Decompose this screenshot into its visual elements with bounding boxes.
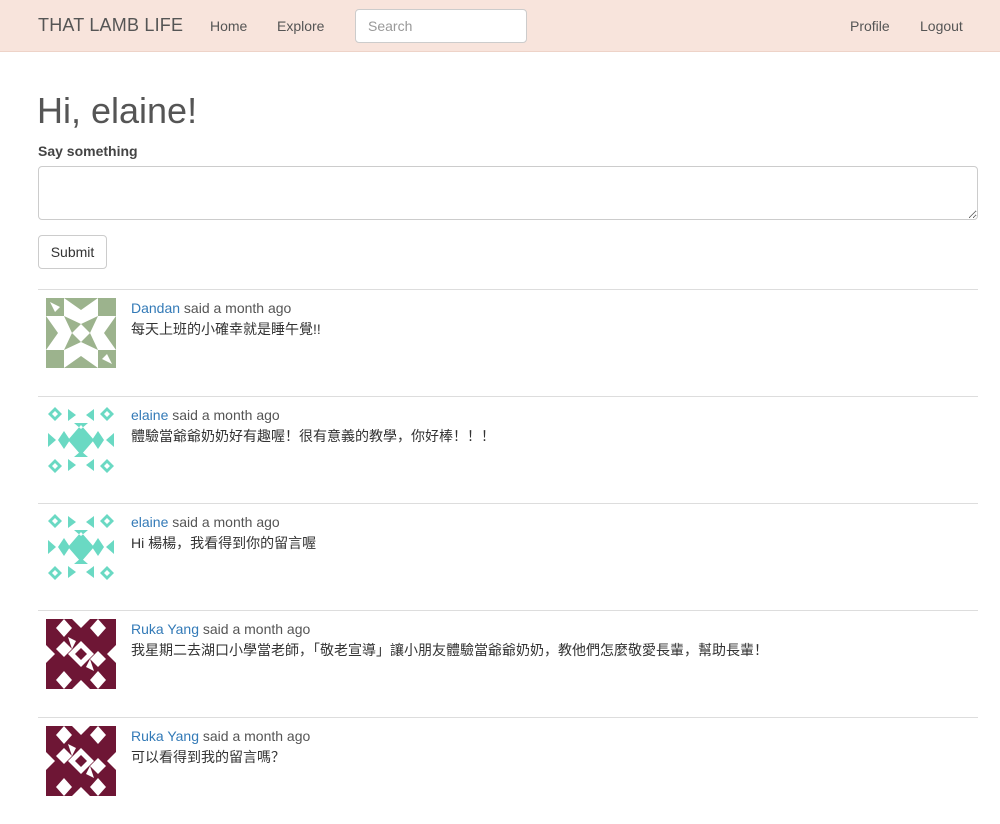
post-body: 每天上班的小確幸就是睡午覺!! [131,321,321,337]
post-meta: Ruka Yang said a month ago [131,728,310,744]
post-item: Dandan said a month ago 每天上班的小確幸就是睡午覺!! [38,289,978,396]
post-author-link[interactable]: Ruka Yang [131,621,199,637]
navbar: THAT LAMB LIFE Home Explore Profile Logo… [0,0,1000,52]
post-author-link[interactable]: elaine [131,514,168,530]
post-body: Hi 楊楊，我看得到你的留言喔 [131,535,317,551]
nav-explore-link[interactable]: Explore [277,18,324,34]
avatar-icon[interactable] [46,405,116,475]
post-timestamp: said a month ago [198,728,311,744]
post-timestamp: said a month ago [180,300,292,316]
post-meta: Ruka Yang said a month ago [131,621,310,637]
say-something-label: Say something [38,143,138,159]
post-author-link[interactable]: elaine [131,407,168,423]
post-timestamp: said a month ago [198,621,311,637]
post-body: 體驗當爺爺奶奶好有趣喔！很有意義的教學，你好棒！！！ [131,428,495,444]
post-timestamp: said a month ago [168,514,280,530]
avatar-icon[interactable] [46,619,116,689]
avatar-icon[interactable] [46,726,116,796]
post-body: 我星期二去湖口小學當老師，「敬老宣導」讓小朋友體驗當爺爺奶奶，教他們怎麼敬愛長輩… [131,642,768,658]
avatar-icon[interactable] [46,298,116,368]
page-title: Hi, elaine! [37,90,198,131]
nav-profile-link[interactable]: Profile [850,18,890,34]
nav-home-link[interactable]: Home [210,18,247,34]
post-author-link[interactable]: Ruka Yang [131,728,199,744]
post-meta: elaine said a month ago [131,407,280,423]
post-item: Ruka Yang said a month ago 我星期二去湖口小學當老師，… [38,610,978,717]
post-item: elaine said a month ago Hi 楊楊，我看得到你的留言喔 [38,503,978,610]
post-meta: Dandan said a month ago [131,300,291,316]
search-input[interactable] [355,9,527,43]
submit-button[interactable]: Submit [38,235,107,269]
post-timestamp: said a month ago [168,407,280,423]
post-item: Ruka Yang said a month ago 可以看得到我的留言嗎？ [38,717,978,824]
post-item: elaine said a month ago 體驗當爺爺奶奶好有趣喔！很有意義… [38,396,978,503]
post-body: 可以看得到我的留言嗎？ [131,749,285,765]
post-author-link[interactable]: Dandan [131,300,180,316]
avatar-icon[interactable] [46,512,116,582]
post-textarea[interactable] [38,166,978,220]
nav-logout-link[interactable]: Logout [920,18,963,34]
post-meta: elaine said a month ago [131,514,280,530]
brand-link[interactable]: THAT LAMB LIFE [38,15,183,36]
